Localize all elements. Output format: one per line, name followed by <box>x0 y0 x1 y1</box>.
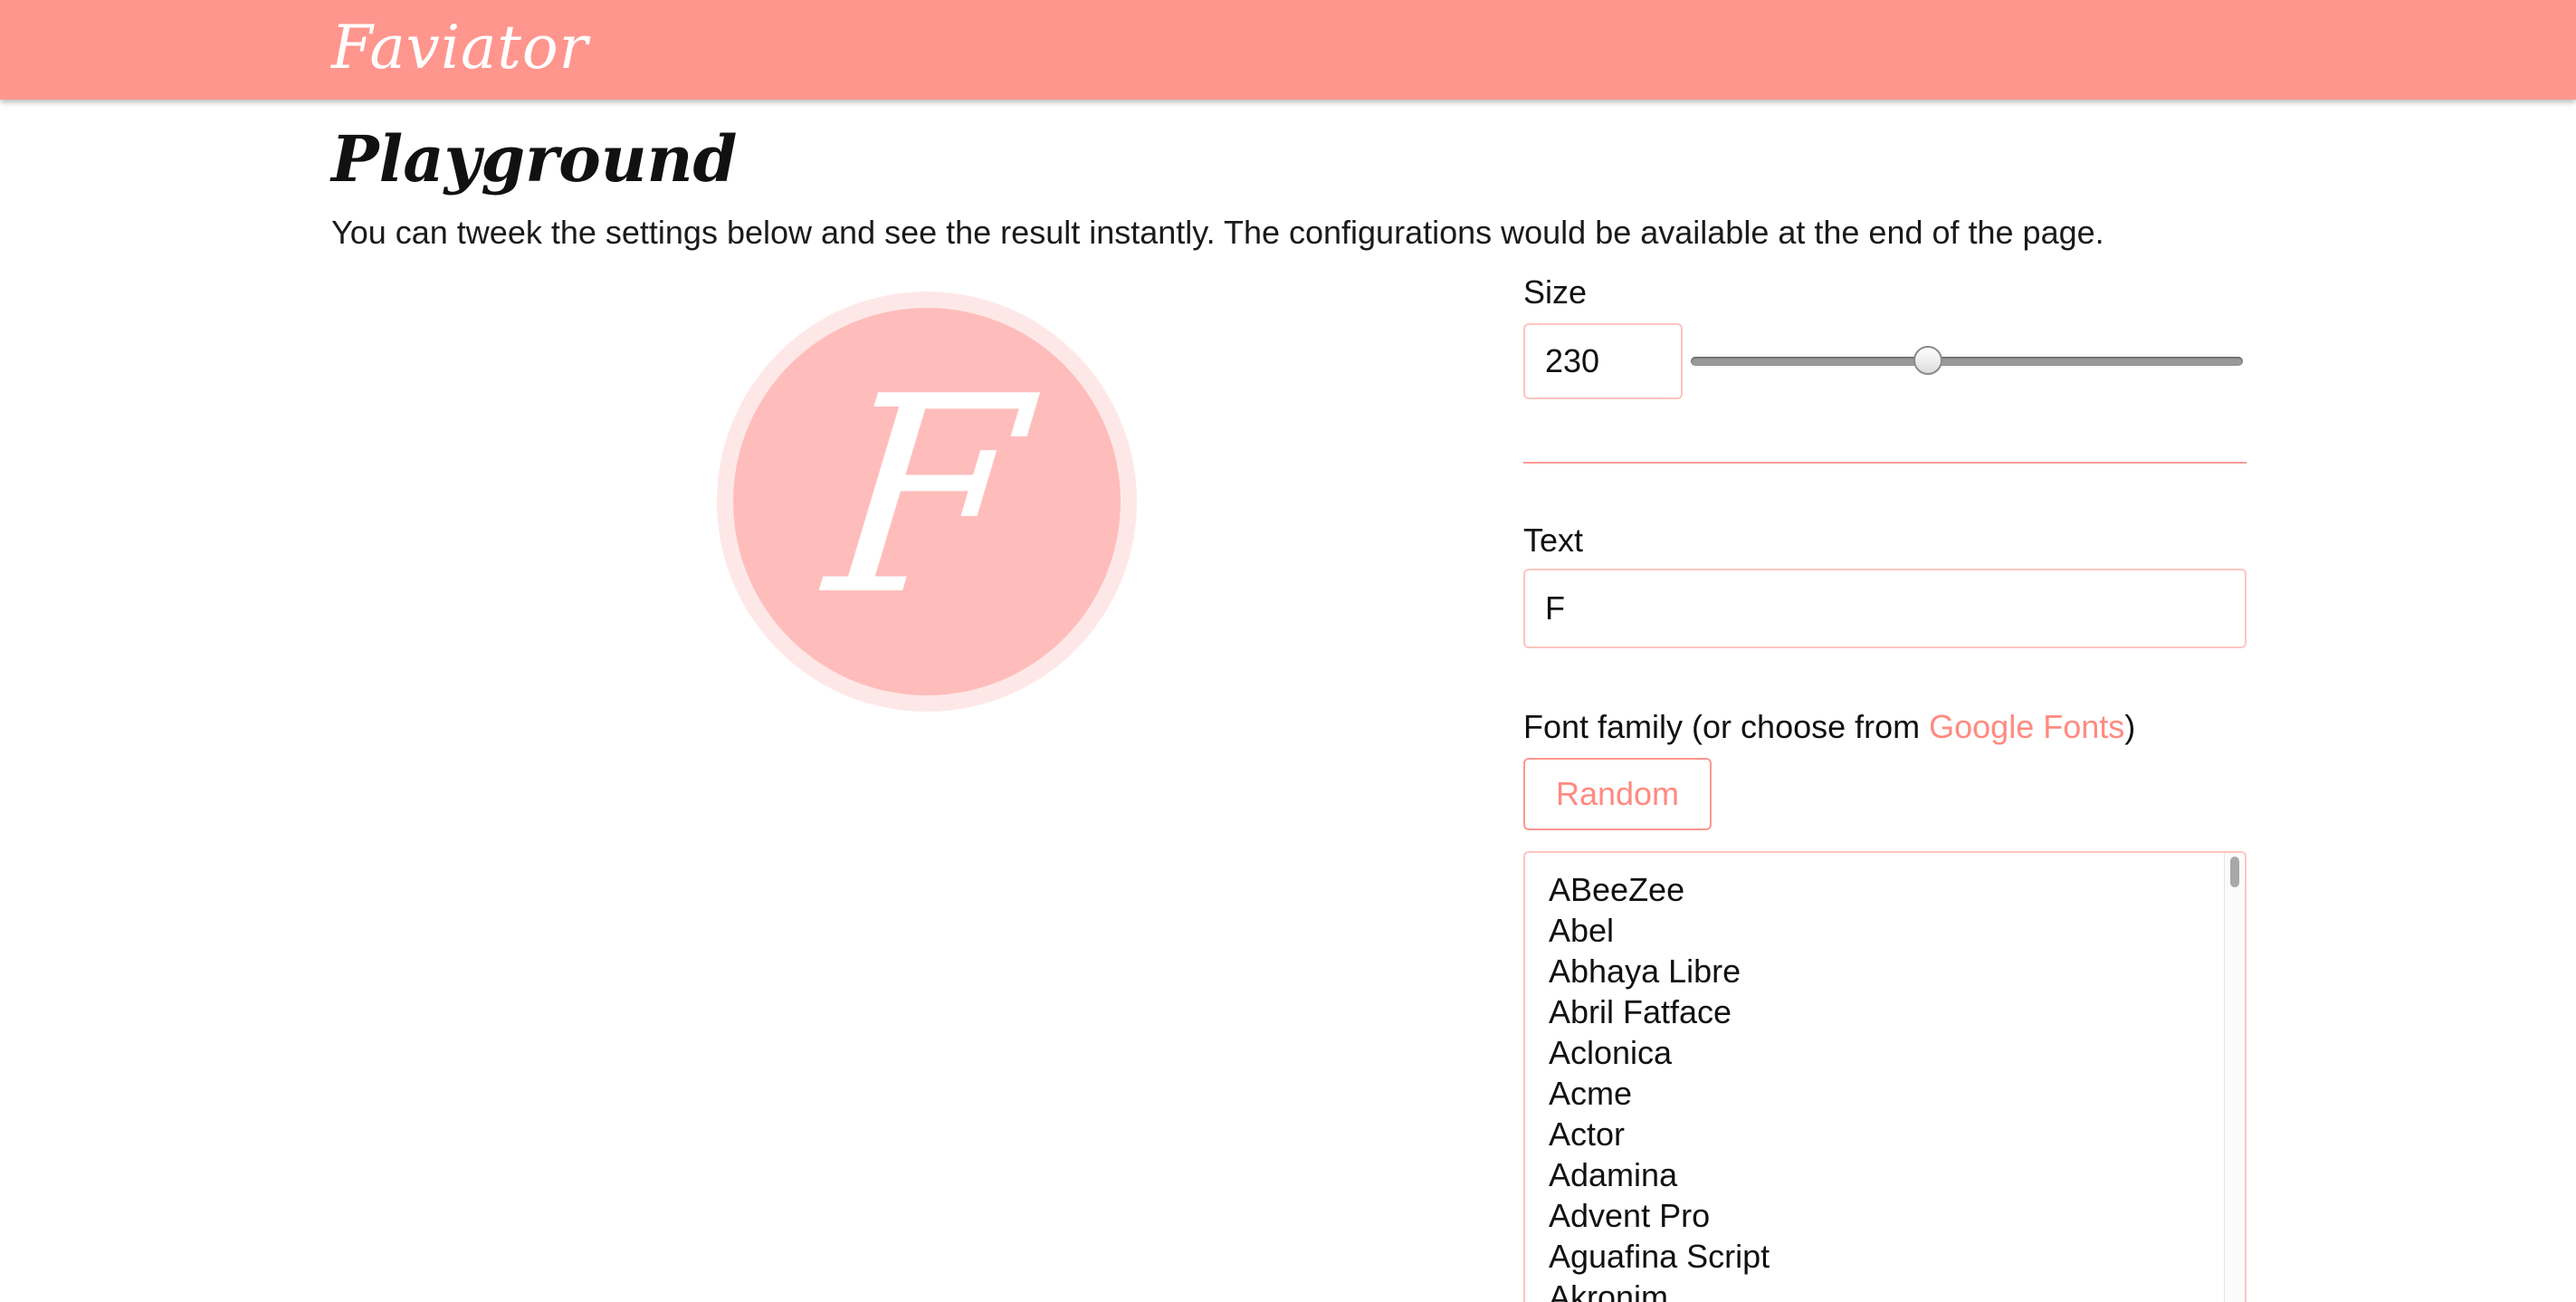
font-family-label-suffix: ) <box>2124 708 2136 745</box>
google-fonts-link[interactable]: Google Fonts <box>1929 708 2124 745</box>
font-option[interactable]: Akronim <box>1549 1277 1770 1302</box>
size-slider[interactable] <box>1691 357 2243 366</box>
intro-text: You can tweek the settings below and see… <box>331 214 2104 251</box>
font-family-label: Font family (or choose from Google Fonts… <box>1523 708 2135 746</box>
text-label: Text <box>1523 522 1584 559</box>
font-family-label-prefix: Font family (or choose from <box>1523 708 1930 745</box>
top-navbar: Faviator <box>0 0 2576 100</box>
favicon-preview-letter: F <box>816 339 1038 655</box>
font-option[interactable]: ABeeZee <box>1549 869 1770 910</box>
font-list-scrollbar[interactable] <box>2224 853 2245 1302</box>
text-input-value: F <box>1545 589 1565 627</box>
section-divider <box>1523 462 2247 464</box>
font-option[interactable]: Aclonica <box>1549 1032 1770 1073</box>
font-option[interactable]: Abel <box>1549 910 1770 951</box>
favicon-preview: F <box>733 308 1121 695</box>
font-option[interactable]: Advent Pro <box>1549 1195 1770 1236</box>
text-input[interactable]: F <box>1523 569 2247 648</box>
random-font-button[interactable]: Random <box>1523 758 1712 830</box>
font-list-scroll-thumb[interactable] <box>2230 857 2239 887</box>
font-option[interactable]: Aguafina Script <box>1549 1236 1770 1277</box>
font-option[interactable]: Abhaya Libre <box>1549 951 1770 991</box>
font-family-list[interactable]: ABeeZee Abel Abhaya Libre Abril Fatface Aclo… <box>1523 851 2247 1302</box>
size-label: Size <box>1523 273 1588 311</box>
font-option[interactable]: Abril Fatface <box>1549 991 1770 1032</box>
size-input[interactable]: 230 <box>1523 323 1683 399</box>
brand-logo[interactable]: Faviator <box>331 13 588 82</box>
size-slider-thumb[interactable] <box>1913 346 1943 375</box>
size-input-value: 230 <box>1545 342 1600 379</box>
font-option[interactable]: Acme <box>1549 1073 1770 1114</box>
font-option[interactable]: Actor <box>1549 1114 1770 1154</box>
page-title: Playground <box>331 121 738 196</box>
font-option[interactable]: Adamina <box>1549 1154 1770 1195</box>
font-options: ABeeZee Abel Abhaya Libre Abril Fatface Aclo… <box>1549 869 1770 1302</box>
